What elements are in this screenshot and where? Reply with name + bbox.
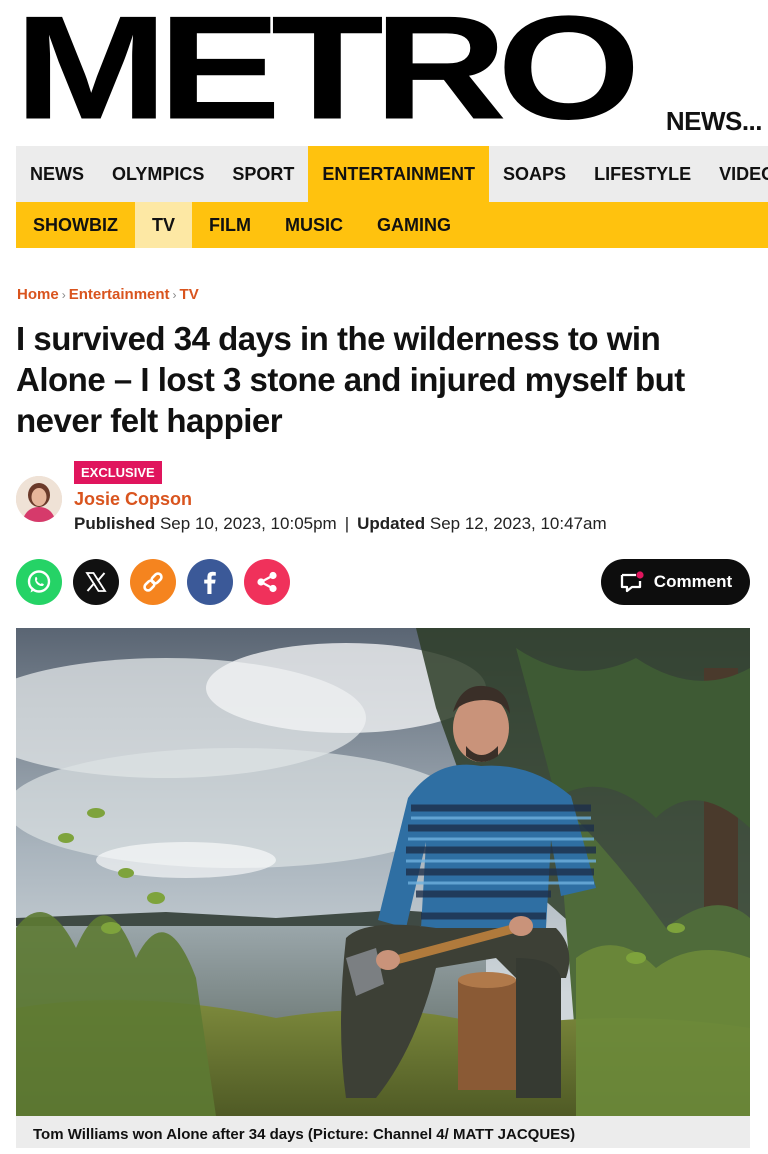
share-icon[interactable] bbox=[244, 559, 290, 605]
published-date: Sep 10, 2023, 10:05pm bbox=[159, 514, 337, 533]
image-caption: Tom Williams won Alone after 34 days (Pi… bbox=[16, 1116, 750, 1148]
author-name[interactable]: Josie Copson bbox=[74, 489, 192, 510]
comment-button[interactable]: Comment bbox=[601, 559, 750, 605]
published-label: Published bbox=[74, 514, 156, 533]
facebook-icon[interactable] bbox=[187, 559, 233, 605]
breadcrumb-tv[interactable]: TV bbox=[180, 286, 199, 303]
updated-label: Updated bbox=[357, 514, 426, 533]
nav-item-sport[interactable]: SPORT bbox=[218, 146, 308, 202]
secondary-nav: SHOWBIZ TV FILM MUSIC GAMING bbox=[16, 202, 768, 248]
breadcrumb-entertainment[interactable]: Entertainment bbox=[69, 286, 170, 303]
whatsapp-icon[interactable] bbox=[16, 559, 62, 605]
author-avatar[interactable] bbox=[16, 476, 62, 522]
article-hero-image[interactable] bbox=[16, 628, 750, 1116]
subnav-item-showbiz[interactable]: SHOWBIZ bbox=[16, 202, 135, 248]
news-section-link[interactable]: NEWS... bbox=[666, 106, 763, 137]
nav-item-soaps[interactable]: SOAPS bbox=[489, 146, 580, 202]
nav-item-lifestyle[interactable]: LIFESTYLE bbox=[580, 146, 705, 202]
subnav-item-gaming[interactable]: GAMING bbox=[360, 202, 468, 248]
link-icon[interactable] bbox=[130, 559, 176, 605]
subnav-item-tv[interactable]: TV bbox=[135, 202, 193, 248]
breadcrumb-separator: › bbox=[172, 288, 177, 302]
x-icon[interactable] bbox=[73, 559, 119, 605]
primary-nav: NEWS OLYMPICS SPORT ENTERTAINMENT SOAPS … bbox=[16, 146, 768, 202]
nav-item-news[interactable]: NEWS bbox=[16, 146, 98, 202]
comment-icon bbox=[620, 571, 644, 593]
subnav-item-music[interactable]: MUSIC bbox=[268, 202, 360, 248]
date-separator: | bbox=[344, 514, 350, 533]
masthead: METRO NEWS... bbox=[0, 0, 768, 146]
article-headline: I survived 34 days in the wilderness to … bbox=[16, 320, 685, 439]
comment-label: Comment bbox=[653, 572, 733, 591]
nav-item-entertainment[interactable]: ENTERTAINMENT bbox=[308, 146, 490, 202]
nav-item-video[interactable]: VIDEO bbox=[705, 146, 768, 202]
updated-date: Sep 12, 2023, 10:47am bbox=[429, 514, 607, 533]
nav-item-olympics[interactable]: OLYMPICS bbox=[98, 146, 218, 202]
metro-logo[interactable]: METRO bbox=[14, 0, 641, 142]
exclusive-badge: EXCLUSIVE bbox=[74, 461, 162, 484]
article-dates: Published Sep 10, 2023, 10:05pm | Updated … bbox=[74, 514, 607, 534]
share-bar bbox=[16, 559, 290, 605]
breadcrumb-home[interactable]: Home bbox=[17, 286, 59, 303]
subnav-item-film[interactable]: FILM bbox=[192, 202, 268, 248]
breadcrumb-separator: › bbox=[61, 288, 66, 302]
breadcrumb: Home › Entertainment › TV bbox=[17, 286, 199, 303]
